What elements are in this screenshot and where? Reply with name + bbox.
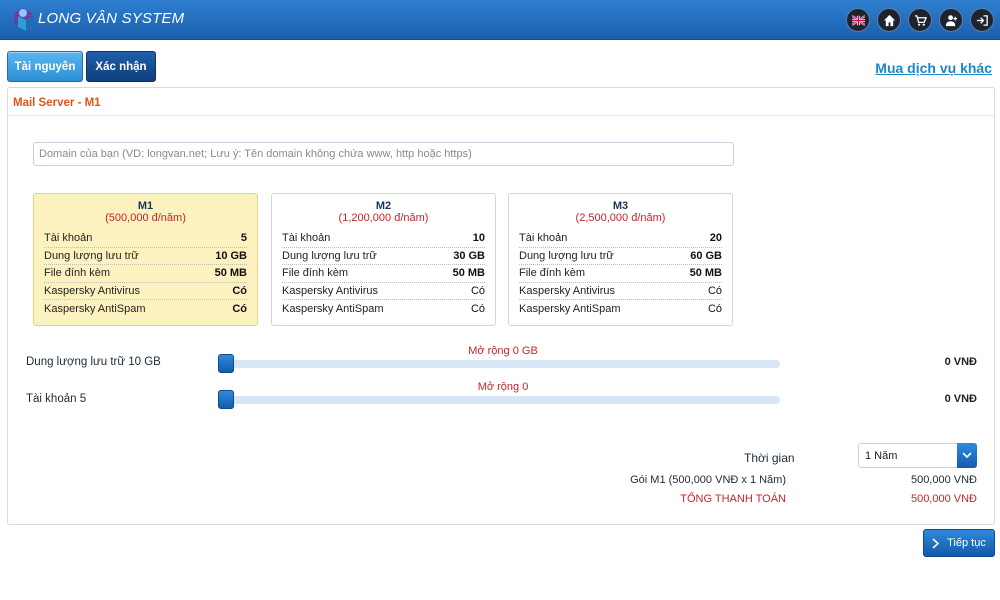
uk-flag-icon[interactable]: [846, 8, 870, 32]
plan-row-label: Kaspersky Antivirus: [519, 284, 615, 297]
sign-in-icon[interactable]: [970, 8, 994, 32]
plan-row-value: Có: [470, 302, 485, 315]
plan-name: M1: [137, 200, 154, 212]
plan-row-label: Dung lượng lưu trữ: [44, 249, 139, 262]
plan-row: Tài khoản 20: [519, 230, 722, 248]
continue-button[interactable]: Tiếp tục: [923, 529, 995, 557]
duration-select[interactable]: 1 Năm: [858, 443, 977, 468]
plan-row: Kaspersky Antivirus Có: [519, 283, 722, 300]
user-add-icon[interactable]: [939, 8, 963, 32]
plan-row-value: 5: [240, 232, 247, 245]
package-summary-label: Gói M1 (500,000 VNĐ x 1 Năm): [630, 474, 786, 486]
domain-input[interactable]: [33, 142, 734, 166]
accounts-price: 0 VNĐ: [944, 393, 977, 405]
plan-row-value: 50 MB: [452, 267, 485, 280]
accounts-slider[interactable]: [218, 390, 780, 409]
home-icon[interactable]: [877, 8, 901, 32]
slider-handle[interactable]: [218, 354, 234, 373]
plan-row-label: File đính kèm: [44, 267, 111, 280]
plan-row: Tài khoản 10: [282, 230, 485, 248]
plan-row-label: Kaspersky AntiSpam: [519, 302, 621, 315]
plan-row-value: Có: [707, 302, 722, 315]
chevron-right-icon: [932, 537, 940, 549]
plan-row-label: Kaspersky AntiSpam: [282, 302, 384, 315]
cart-icon[interactable]: [908, 8, 932, 32]
plan-row-value: 10: [472, 232, 485, 245]
accounts-slider-label: Tài khoản 5: [26, 393, 87, 405]
panel-title: Mail Server - M1: [13, 97, 101, 109]
plan-row: Tài khoản 5: [44, 230, 247, 248]
total-label: TỔNG THANH TOÁN: [680, 493, 786, 505]
header-icons: [846, 8, 994, 32]
top-bar: LONG VÂN SYSTEM: [0, 0, 1000, 40]
plan-row-value: Có: [470, 284, 485, 297]
plan-row-value: Có: [707, 284, 722, 297]
plan-card-m2[interactable]: M2 (1,200,000 đ/năm) Tài khoản 10 Dung lư…: [271, 193, 496, 326]
plan-row: File đính kèm 50 MB: [282, 265, 485, 283]
plan-row-value: 60 GB: [690, 249, 722, 262]
plan-price: (500,000 đ/năm): [105, 212, 186, 224]
duration-label: Thời gian: [744, 451, 795, 465]
plan-row-label: File đính kèm: [282, 267, 349, 280]
plan-row-value: 50 MB: [689, 267, 722, 280]
storage-slider-label: Dung lượng lưu trữ 10 GB: [26, 356, 161, 368]
plan-row-label: Dung lượng lưu trữ: [282, 249, 377, 262]
plan-row-value: 50 MB: [214, 267, 247, 280]
plan-row: Kaspersky AntiSpam Có: [282, 300, 485, 318]
plan-row: File đính kèm 50 MB: [44, 265, 247, 283]
plan-row: File đính kèm 50 MB: [519, 265, 722, 283]
divider: [8, 115, 994, 116]
storage-extension-text: Mở rộng 0 GB: [468, 345, 538, 357]
buy-other-services-link[interactable]: Mua dịch vụ khác: [875, 60, 992, 76]
plan-row-value: 20: [709, 232, 722, 245]
storage-price: 0 VNĐ: [944, 356, 977, 368]
brand-name: LONG VÂN SYSTEM: [38, 10, 185, 27]
plan-row-label: File đính kèm: [519, 267, 586, 280]
plan-row-label: Tài khoản: [282, 232, 331, 245]
plan-price: (2,500,000 đ/năm): [575, 212, 666, 224]
duration-selected-value: 1 Năm: [865, 449, 898, 462]
tab-confirm[interactable]: Xác nhận: [86, 51, 156, 82]
plan-row: Dung lượng lưu trữ 60 GB: [519, 248, 722, 265]
plan-row: Kaspersky Antivirus Có: [282, 283, 485, 300]
plan-row-label: Kaspersky AntiSpam: [44, 302, 146, 315]
logo-icon: [14, 8, 34, 31]
continue-button-label: Tiếp tục: [947, 537, 986, 549]
slider-handle[interactable]: [218, 390, 234, 409]
plan-row: Dung lượng lưu trữ 10 GB: [44, 248, 247, 265]
accounts-extension-text: Mở rộng 0: [477, 381, 529, 393]
plan-card-m1[interactable]: M1 (500,000 đ/năm) Tài khoản 5 Dung lượng…: [33, 193, 258, 326]
plan-row-label: Kaspersky Antivirus: [282, 284, 378, 297]
step-tabs: Tài nguyên Xác nhận: [7, 51, 156, 82]
plan-price: (1,200,000 đ/năm): [338, 212, 429, 224]
chevron-down-icon[interactable]: [957, 443, 977, 468]
order-panel: Mail Server - M1 M1 (500,000 đ/năm) Tài …: [7, 87, 995, 525]
plan-row-value: 10 GB: [215, 249, 247, 262]
package-summary-value: 500,000 VNĐ: [910, 474, 977, 486]
plan-card-m3[interactable]: M3 (2,500,000 đ/năm) Tài khoản 20 Dung lư…: [508, 193, 733, 326]
plan-row-label: Tài khoản: [44, 232, 93, 245]
total-value: 500,000 VNĐ: [910, 493, 977, 505]
plan-row-value: Có: [232, 284, 247, 297]
storage-slider[interactable]: [218, 354, 780, 373]
plan-row: Kaspersky AntiSpam Có: [519, 300, 722, 318]
plan-name: M2: [375, 200, 392, 212]
plan-row: Kaspersky AntiSpam Có: [44, 300, 247, 318]
plan-row-label: Dung lượng lưu trữ: [519, 249, 614, 262]
plan-row-label: Kaspersky Antivirus: [44, 284, 140, 297]
plan-row: Kaspersky Antivirus Có: [44, 283, 247, 300]
plan-name: M3: [612, 200, 629, 212]
plan-row-value: Có: [232, 302, 247, 315]
plan-row-value: 30 GB: [453, 249, 485, 262]
plan-row: Dung lượng lưu trữ 30 GB: [282, 248, 485, 265]
plan-row-label: Tài khoản: [519, 232, 568, 245]
tab-resources[interactable]: Tài nguyên: [7, 51, 83, 82]
